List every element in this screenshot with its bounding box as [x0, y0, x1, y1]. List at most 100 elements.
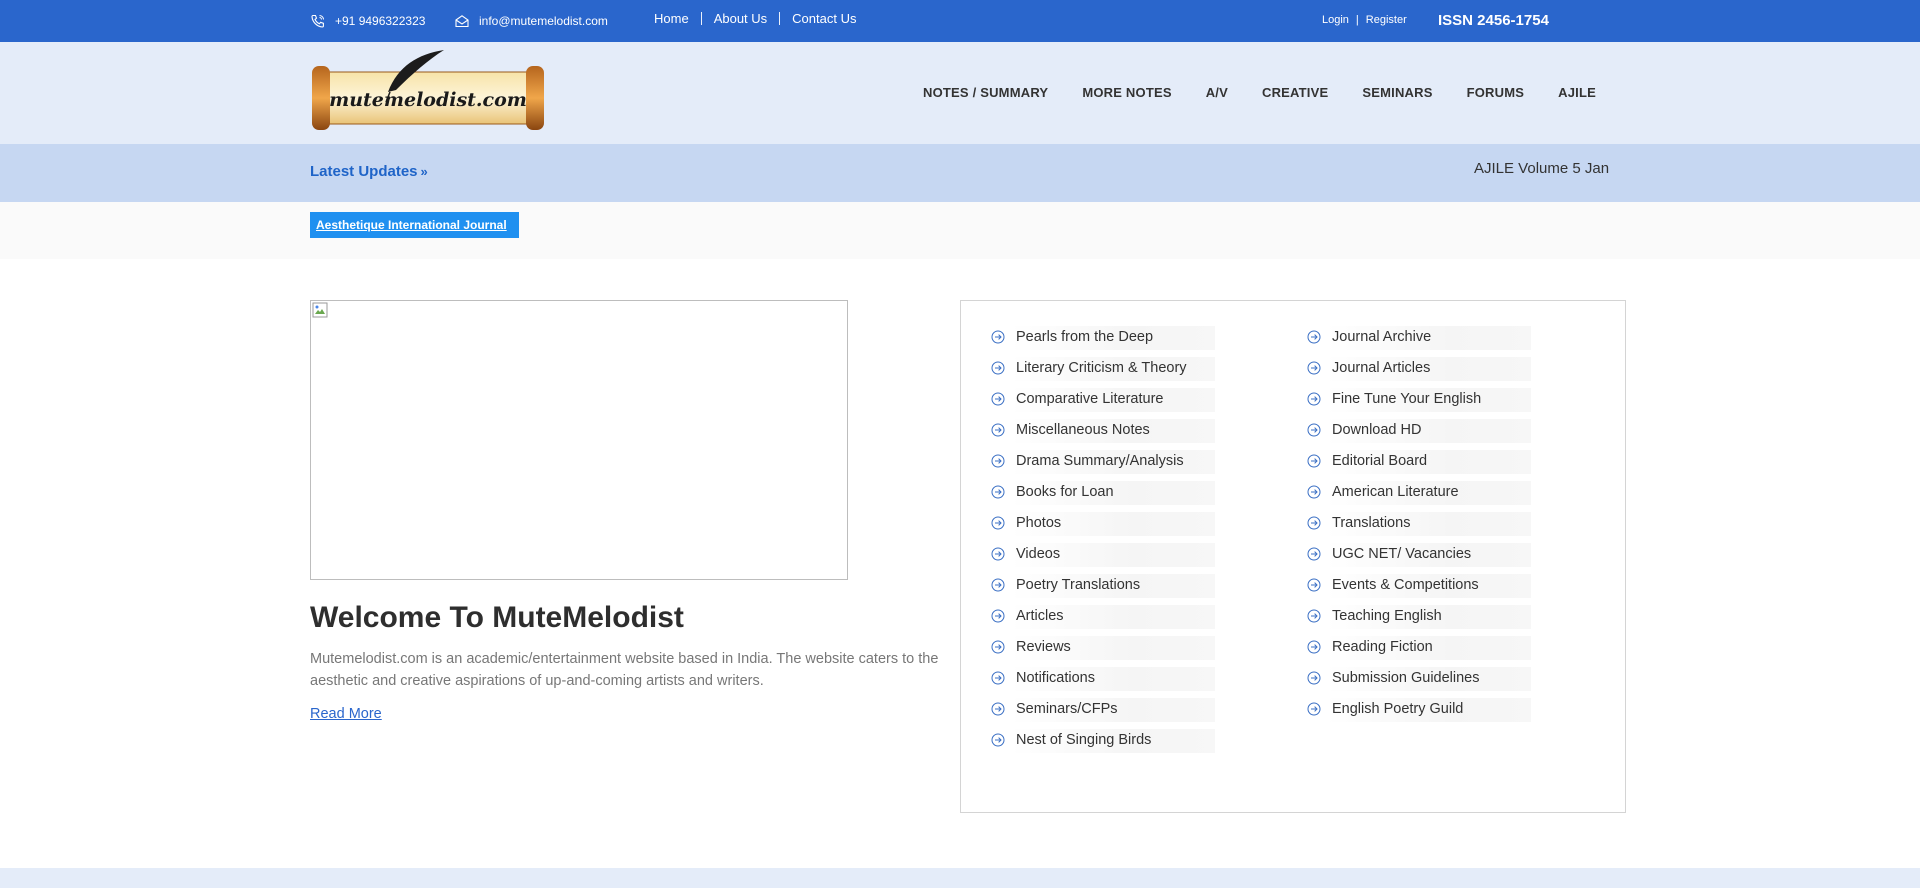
- nav-notes-summary[interactable]: NOTES / SUMMARY: [923, 85, 1048, 100]
- ticker-item[interactable]: AJILE Volume 5 Jan 2: [1474, 160, 1610, 177]
- quick-link-item[interactable]: Nest of Singing Birds: [991, 724, 1215, 755]
- quick-link-item[interactable]: Submission Guidelines: [1307, 662, 1531, 693]
- quick-link-label[interactable]: Pearls from the Deep: [1016, 329, 1153, 345]
- circle-arrow-right-icon: [991, 733, 1005, 746]
- nav-ajile[interactable]: AJILE: [1558, 85, 1596, 100]
- quick-link-label[interactable]: Download HD: [1332, 422, 1421, 438]
- quick-link-label[interactable]: Comparative Literature: [1016, 391, 1164, 407]
- home-link[interactable]: Home: [654, 11, 689, 26]
- circle-arrow-right-icon: [991, 640, 1005, 653]
- quick-link-label[interactable]: Translations: [1332, 515, 1410, 531]
- footer-strip: [0, 868, 1920, 888]
- quick-link-item[interactable]: Reading Fiction: [1307, 631, 1531, 662]
- quick-link-label[interactable]: Seminars/CFPs: [1016, 701, 1118, 717]
- circle-arrow-right-icon: [991, 609, 1005, 622]
- quick-link-label[interactable]: Journal Articles: [1332, 360, 1430, 376]
- quick-link-label[interactable]: Reviews: [1016, 639, 1071, 655]
- nav-creative[interactable]: CREATIVE: [1262, 85, 1328, 100]
- circle-arrow-right-icon: [1307, 609, 1321, 622]
- welcome-title: Welcome To MuteMelodist: [310, 601, 684, 634]
- envelope-icon: [455, 15, 469, 28]
- quick-link-label[interactable]: Editorial Board: [1332, 453, 1427, 469]
- latest-updates-label: Latest Updates »: [310, 163, 428, 180]
- quick-link-item[interactable]: Comparative Literature: [991, 383, 1215, 414]
- quick-link-item[interactable]: Reviews: [991, 631, 1215, 662]
- quick-link-item[interactable]: Photos: [991, 507, 1215, 538]
- circle-arrow-right-icon: [991, 671, 1005, 684]
- nav-more-notes[interactable]: MORE NOTES: [1082, 85, 1171, 100]
- quick-link-label[interactable]: Poetry Translations: [1016, 577, 1140, 593]
- quick-link-label[interactable]: Reading Fiction: [1332, 639, 1433, 655]
- quick-link-item[interactable]: Literary Criticism & Theory: [991, 352, 1215, 383]
- double-chevron-right-icon: »: [420, 164, 428, 179]
- quick-link-item[interactable]: Drama Summary/Analysis: [991, 445, 1215, 476]
- quick-link-label[interactable]: Miscellaneous Notes: [1016, 422, 1150, 438]
- quick-link-label[interactable]: American Literature: [1332, 484, 1459, 500]
- circle-arrow-right-icon: [1307, 454, 1321, 467]
- updates-ticker[interactable]: AJILE Volume 5 Jan 2: [1474, 160, 1610, 182]
- email-address[interactable]: info@mutemelodist.com: [479, 14, 608, 28]
- quick-link-item[interactable]: Videos: [991, 538, 1215, 569]
- latest-updates-text: Latest Updates: [310, 163, 418, 180]
- nav-av[interactable]: A/V: [1206, 85, 1228, 100]
- quick-link-item[interactable]: Events & Competitions: [1307, 569, 1531, 600]
- quick-link-item[interactable]: Pearls from the Deep: [991, 321, 1215, 352]
- login-link[interactable]: Login: [1322, 14, 1349, 26]
- quick-link-item[interactable]: English Poetry Guild: [1307, 693, 1531, 724]
- quick-link-item[interactable]: Articles: [991, 600, 1215, 631]
- circle-arrow-right-icon: [1307, 671, 1321, 684]
- quick-link-item[interactable]: Miscellaneous Notes: [991, 414, 1215, 445]
- quick-link-label[interactable]: Literary Criticism & Theory: [1016, 360, 1187, 376]
- nav-forums[interactable]: FORUMS: [1467, 85, 1525, 100]
- tag-row: Aesthetique International Journal: [0, 202, 1920, 259]
- quick-link-item[interactable]: Books for Loan: [991, 476, 1215, 507]
- quick-link-item[interactable]: American Literature: [1307, 476, 1531, 507]
- nav-seminars[interactable]: SEMINARS: [1362, 85, 1432, 100]
- divider: [779, 12, 781, 25]
- quick-link-label[interactable]: Fine Tune Your English: [1332, 391, 1481, 407]
- quick-link-label[interactable]: Journal Archive: [1332, 329, 1431, 345]
- journal-tag[interactable]: Aesthetique International Journal: [310, 212, 519, 238]
- quick-link-label[interactable]: Articles: [1016, 608, 1064, 624]
- circle-arrow-right-icon: [991, 547, 1005, 560]
- quick-link-label[interactable]: English Poetry Guild: [1332, 701, 1463, 717]
- email-contact[interactable]: info@mutemelodist.com: [454, 0, 608, 42]
- phone-contact[interactable]: +91 9496322323: [310, 0, 425, 42]
- about-us-link[interactable]: About Us: [714, 11, 767, 26]
- quick-link-label[interactable]: UGC NET/ Vacancies: [1332, 546, 1471, 562]
- quick-link-item[interactable]: Download HD: [1307, 414, 1531, 445]
- quick-link-item[interactable]: Editorial Board: [1307, 445, 1531, 476]
- quick-link-label[interactable]: Nest of Singing Birds: [1016, 732, 1151, 748]
- quick-link-label[interactable]: Submission Guidelines: [1332, 670, 1480, 686]
- quick-link-item[interactable]: Fine Tune Your English: [1307, 383, 1531, 414]
- quick-link-item[interactable]: Teaching English: [1307, 600, 1531, 631]
- quick-link-item[interactable]: Translations: [1307, 507, 1531, 538]
- quick-link-item[interactable]: Poetry Translations: [991, 569, 1215, 600]
- quick-link-label[interactable]: Videos: [1016, 546, 1060, 562]
- latest-updates-bar: Latest Updates » AJILE Volume 5 Jan 2: [0, 144, 1920, 202]
- read-more-link[interactable]: Read More: [310, 706, 382, 722]
- circle-arrow-right-icon: [991, 423, 1005, 436]
- circle-arrow-right-icon: [991, 361, 1005, 374]
- quick-link-item[interactable]: Journal Articles: [1307, 352, 1531, 383]
- issn-number: ISSN 2456-1754: [1438, 12, 1549, 29]
- quick-link-label[interactable]: Teaching English: [1332, 608, 1442, 624]
- circle-arrow-right-icon: [1307, 361, 1321, 374]
- quick-link-label[interactable]: Photos: [1016, 515, 1061, 531]
- top-bar: +91 9496322323 info@mutemelodist.com Hom…: [0, 0, 1920, 42]
- register-link[interactable]: Register: [1366, 14, 1407, 26]
- quick-link-label[interactable]: Drama Summary/Analysis: [1016, 453, 1184, 469]
- quick-link-label[interactable]: Books for Loan: [1016, 484, 1114, 500]
- quick-link-item[interactable]: Notifications: [991, 662, 1215, 693]
- circle-arrow-right-icon: [1307, 330, 1321, 343]
- quick-link-item[interactable]: Journal Archive: [1307, 321, 1531, 352]
- quick-link-label[interactable]: Notifications: [1016, 670, 1095, 686]
- circle-arrow-right-icon: [1307, 392, 1321, 405]
- quick-link-item[interactable]: UGC NET/ Vacancies: [1307, 538, 1531, 569]
- quick-link-item[interactable]: Seminars/CFPs: [991, 693, 1215, 724]
- circle-arrow-right-icon: [991, 516, 1005, 529]
- site-logo[interactable]: mutemelodist.com: [310, 48, 546, 132]
- quick-link-label[interactable]: Events & Competitions: [1332, 577, 1479, 593]
- contact-us-link[interactable]: Contact Us: [792, 11, 856, 26]
- phone-number[interactable]: +91 9496322323: [335, 14, 425, 28]
